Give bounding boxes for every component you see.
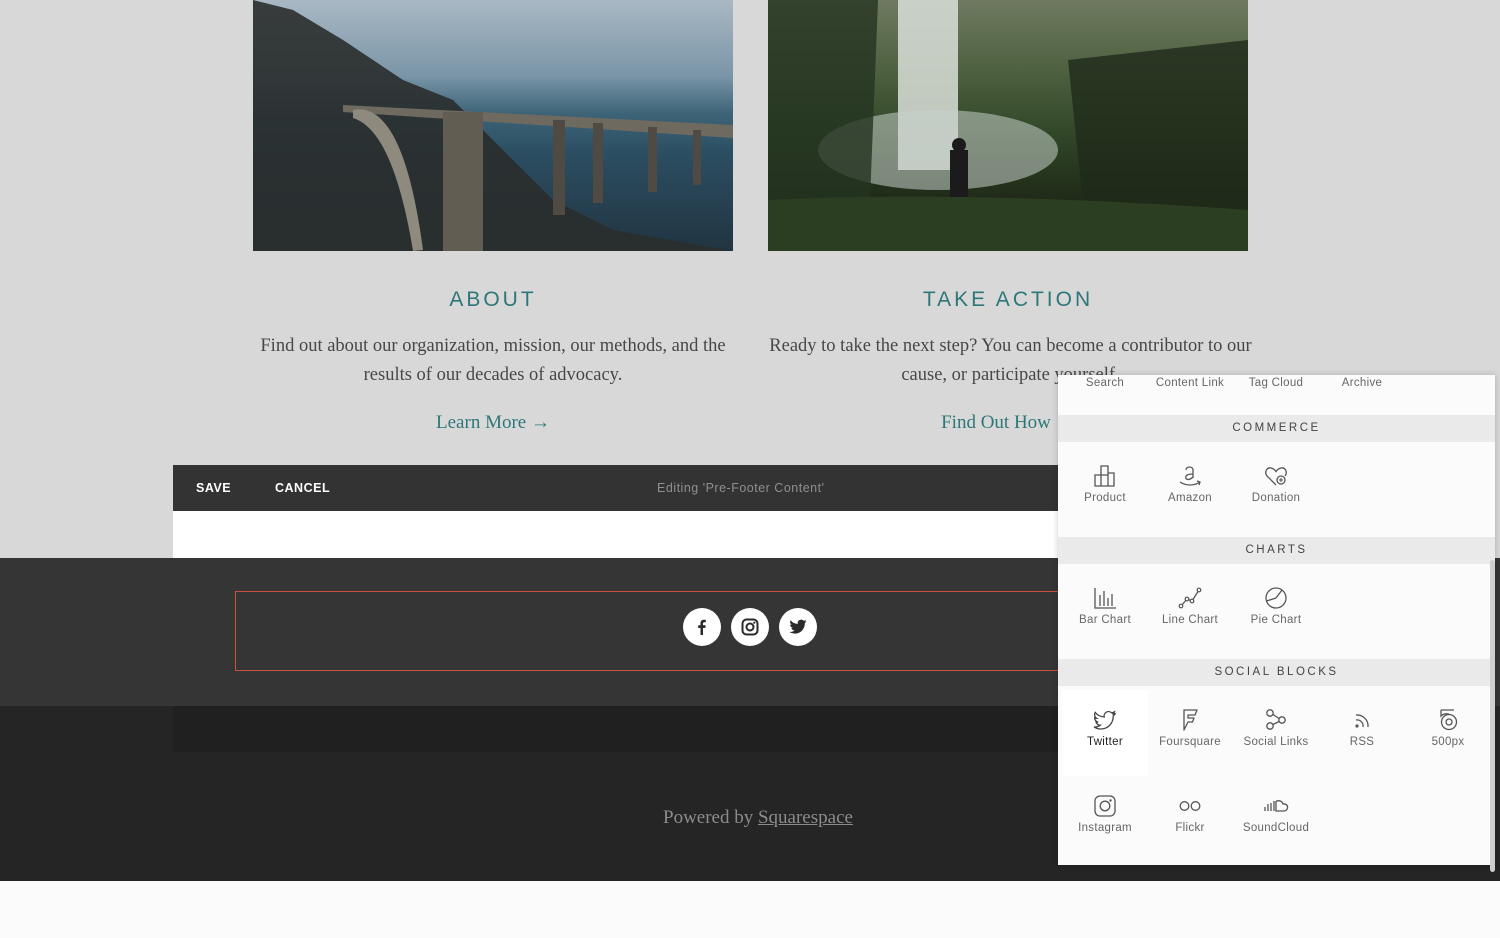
social-links-icon (1266, 709, 1286, 730)
block-label: Flickr (1175, 822, 1205, 834)
block-label: Social Links (1243, 736, 1309, 748)
block-label: 500px (1431, 736, 1465, 748)
block-label: Instagram (1078, 822, 1132, 834)
learn-more-link[interactable]: Learn More → (253, 412, 733, 434)
flickr-icon (1179, 801, 1201, 811)
bar-chart-icon (1094, 588, 1116, 609)
about-description: Find out about our organization, mission… (260, 336, 726, 385)
block-tag-cloud[interactable]: Tag Cloud (1233, 377, 1319, 389)
take-action-title: TAKE ACTION (922, 288, 1094, 311)
block-label: Pie Chart (1250, 614, 1302, 626)
block-archive[interactable]: Archive (1319, 377, 1405, 389)
block-label: RSS (1349, 736, 1375, 748)
panel-scrollbar[interactable] (1490, 560, 1495, 872)
pie-chart-icon (1265, 587, 1287, 609)
footer-band (173, 706, 1058, 752)
block-foursquare[interactable]: Foursquare (1147, 690, 1233, 776)
social-blocks-header: SOCIAL BLOCKS (1058, 659, 1495, 686)
editing-status: Editing 'Pre-Footer Content' (657, 481, 825, 495)
amazon-icon (1179, 466, 1201, 486)
block-twitter[interactable]: Twitter (1062, 690, 1148, 776)
block-label: Amazon (1168, 492, 1212, 504)
block-donation[interactable]: Donation (1233, 446, 1319, 532)
block-label: Bar Chart (1079, 614, 1131, 626)
foursquare-icon (1183, 709, 1198, 731)
product-icon (1094, 465, 1115, 487)
about-title: ABOUT (449, 288, 537, 311)
waterfall-image (768, 0, 1248, 251)
editable-region[interactable] (173, 511, 1058, 558)
block-label: Foursquare (1159, 736, 1221, 748)
block-line-chart[interactable]: Line Chart (1147, 568, 1233, 654)
block-bar-chart[interactable]: Bar Chart (1062, 568, 1148, 654)
powered-by-prefix: Powered by (663, 807, 754, 828)
twitter-icon (1093, 710, 1117, 730)
block-content-link[interactable]: Content Link (1147, 377, 1233, 389)
block-pie-chart[interactable]: Pie Chart (1233, 568, 1319, 654)
block-soundcloud[interactable]: SoundCloud (1233, 776, 1319, 862)
block-social-links[interactable]: Social Links (1233, 690, 1319, 776)
instagram-icon (1094, 795, 1116, 817)
twitter-icon[interactable] (779, 608, 817, 646)
block-500px[interactable]: 500px (1405, 690, 1491, 776)
instagram-icon[interactable] (731, 608, 769, 646)
rss-icon (1355, 714, 1369, 728)
bridge-coast-image (253, 0, 733, 251)
block-label: Line Chart (1161, 614, 1219, 626)
500px-icon (1440, 709, 1458, 731)
donation-icon (1265, 467, 1287, 486)
block-flickr[interactable]: Flickr (1147, 776, 1233, 862)
squarespace-link[interactable]: Squarespace (758, 807, 853, 828)
selected-block-outline[interactable] (235, 591, 1065, 671)
block-label: Twitter (1087, 736, 1123, 748)
block-amazon[interactable]: Amazon (1147, 446, 1233, 532)
block-label: Product (1084, 492, 1126, 504)
soundcloud-icon (1264, 800, 1289, 812)
facebook-icon[interactable] (683, 608, 721, 646)
charts-header: CHARTS (1058, 537, 1495, 564)
block-instagram[interactable]: Instagram (1062, 776, 1148, 862)
line-chart-icon (1178, 587, 1202, 609)
editing-toolbar: SAVE CANCEL Editing 'Pre-Footer Content' (173, 465, 1058, 511)
save-button[interactable]: SAVE (196, 465, 231, 511)
powered-by-text: Powered by Squarespace (663, 807, 853, 829)
block-product[interactable]: Product (1062, 446, 1148, 532)
block-picker-panel: Search Content Link Tag Cloud Archive CO… (1058, 375, 1495, 865)
block-label: Donation (1251, 492, 1301, 504)
block-rss[interactable]: RSS (1319, 690, 1405, 776)
block-label: SoundCloud (1242, 822, 1310, 834)
cancel-button[interactable]: CANCEL (275, 465, 330, 511)
block-search[interactable]: Search (1062, 377, 1148, 389)
commerce-header: COMMERCE (1058, 415, 1495, 442)
